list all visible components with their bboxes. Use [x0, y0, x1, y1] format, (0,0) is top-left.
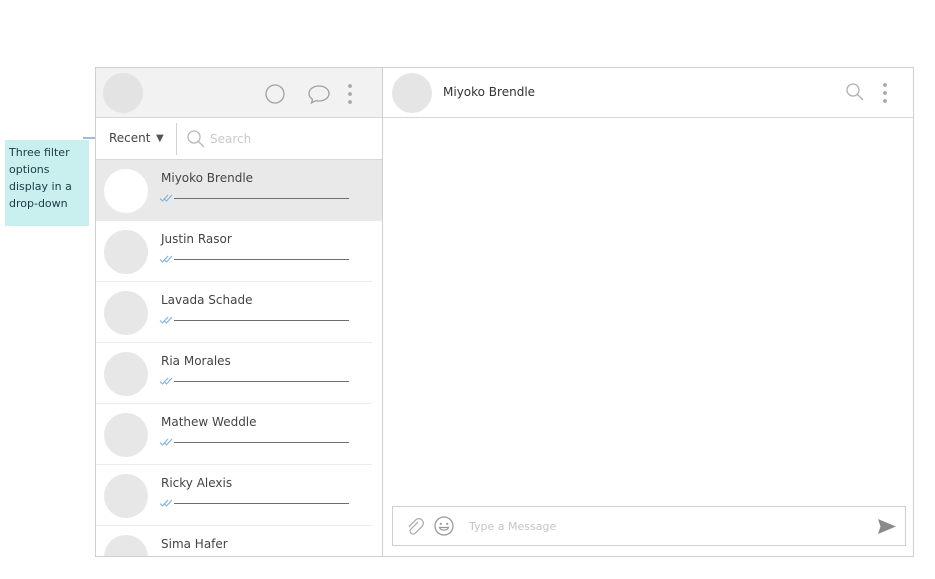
- contact-item[interactable]: Ria Morales: [96, 343, 372, 404]
- read-check-icon: [159, 194, 173, 202]
- read-check-icon: [159, 316, 173, 324]
- chevron-down-icon[interactable]: ▼: [156, 133, 164, 144]
- message-preview-line: [174, 198, 349, 199]
- contact-list: Miyoko Brendle Justin Rasor Lavada Schad: [96, 160, 382, 556]
- avatar: [104, 291, 148, 335]
- avatar: [104, 474, 148, 518]
- contact-item[interactable]: Ricky Alexis: [96, 465, 372, 526]
- message-input[interactable]: [469, 516, 849, 536]
- contact-name: Sima Hafer: [161, 537, 228, 551]
- chat-header: Miyoko Brendle: [383, 68, 913, 118]
- send-icon[interactable]: [877, 518, 897, 535]
- contact-item[interactable]: Lavada Schade: [96, 282, 372, 343]
- sidebar-header: [96, 68, 382, 118]
- menu-dots-icon[interactable]: [346, 82, 354, 106]
- my-avatar[interactable]: [103, 73, 143, 113]
- contact-name: Ria Morales: [161, 354, 231, 368]
- avatar: [104, 535, 148, 556]
- read-check-icon: [159, 499, 173, 507]
- read-check-icon: [159, 438, 173, 446]
- annotation-callout: Three filter options display in a drop-d…: [5, 140, 89, 226]
- contact-name: Justin Rasor: [161, 232, 232, 246]
- contact-name: Lavada Schade: [161, 293, 253, 307]
- emoji-icon[interactable]: [433, 515, 455, 537]
- contact-item[interactable]: Mathew Weddle: [96, 404, 372, 465]
- contact-name: Ricky Alexis: [161, 476, 233, 490]
- contact-name: Miyoko Brendle: [161, 171, 254, 185]
- avatar: [104, 230, 148, 274]
- message-preview-line: [174, 320, 349, 321]
- message-preview-line: [174, 442, 349, 443]
- message-composer: [392, 506, 906, 546]
- filter-dropdown[interactable]: Recent: [109, 131, 150, 145]
- status-icon[interactable]: [264, 83, 286, 105]
- contact-name: Mathew Weddle: [161, 415, 257, 429]
- message-preview-line: [174, 381, 349, 382]
- menu-dots-icon[interactable]: [881, 81, 889, 105]
- chat-contact-name: Miyoko Brendle: [443, 85, 536, 99]
- search-icon[interactable]: [186, 129, 206, 149]
- search-input[interactable]: [210, 128, 370, 150]
- conversation-sidebar: Recent ▼ Miyoko Brendle Justin Ra: [96, 68, 383, 556]
- contact-avatar[interactable]: [392, 73, 432, 113]
- message-preview-line: [174, 503, 349, 504]
- filter-bar: Recent ▼: [96, 118, 382, 160]
- avatar: [104, 413, 148, 457]
- read-check-icon: [159, 255, 173, 263]
- avatar: [104, 169, 148, 213]
- attach-icon[interactable]: [405, 517, 425, 537]
- new-chat-icon[interactable]: [307, 83, 331, 105]
- contact-item[interactable]: Miyoko Brendle: [96, 160, 382, 221]
- message-preview-line: [174, 259, 349, 260]
- read-check-icon: [159, 377, 173, 385]
- contact-item[interactable]: Justin Rasor: [96, 221, 372, 282]
- divider: [176, 123, 177, 155]
- search-icon[interactable]: [845, 82, 865, 102]
- avatar: [104, 352, 148, 396]
- contact-item[interactable]: Sima Hafer: [96, 526, 372, 556]
- messenger-window: Recent ▼ Miyoko Brendle Justin Ra: [95, 67, 914, 557]
